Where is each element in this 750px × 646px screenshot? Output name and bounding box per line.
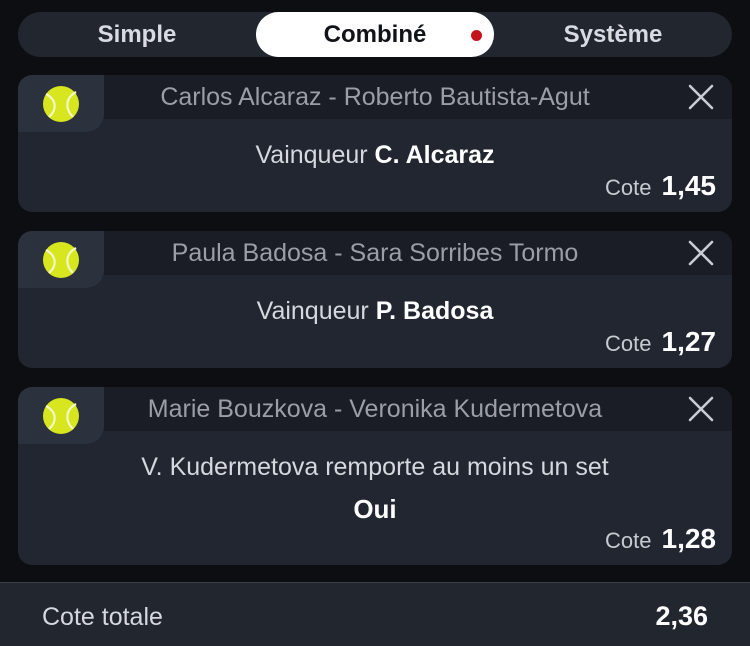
odds-value: 1,27 [661,326,717,357]
odds: Cote 1,45 [605,170,716,202]
tab-combine-label: Combiné [323,20,427,48]
sport-badge [18,75,104,132]
close-icon[interactable] [688,240,714,266]
bet-card: Carlos Alcaraz - Roberto Bautista-Agut V… [18,75,732,212]
selection: Vainqueur C. Alcaraz [18,119,732,170]
red-dot-indicator [471,30,482,41]
tab-systeme[interactable]: Système [494,12,732,57]
bet-card-header: Paula Badosa - Sara Sorribes Tormo [18,231,732,288]
bet-card-body: V. Kudermetova remporte au moins un set … [18,431,732,565]
close-icon[interactable] [688,396,714,422]
match-title: Carlos Alcaraz - Roberto Bautista-Agut [160,82,590,111]
odds-label: Cote [605,175,652,200]
odds: Cote 1,28 [605,523,716,555]
odds-label: Cote [605,528,652,553]
bet-card: Paula Badosa - Sara Sorribes Tormo Vainq… [18,231,732,368]
bet-card-body: Vainqueur P. Badosa Cote 1,27 [18,275,732,368]
bet-card-header: Marie Bouzkova - Veronika Kudermetova [18,387,732,444]
match-title: Paula Badosa - Sara Sorribes Tormo [171,238,579,267]
sport-badge [18,231,104,288]
selection-prefix: Vainqueur [255,141,368,169]
selection: V. Kudermetova remporte au moins un set [141,453,609,481]
total-odds-label: Cote totale [42,603,163,631]
selection: Vainqueur P. Badosa [18,275,732,326]
odds: Cote 1,27 [605,326,716,358]
total-odds-bar: Cote totale 2,36 [0,582,750,646]
bet-type-tabs: Simple Combiné Système [18,12,732,57]
close-icon[interactable] [688,84,714,110]
total-odds-value: 2,36 [655,601,708,631]
sport-badge [18,387,104,444]
odds-value: 1,45 [661,170,717,201]
tab-combine[interactable]: Combiné [256,12,494,57]
tennis-ball-icon [43,397,79,434]
odds-label: Cote [605,331,652,356]
selection-prefix: Vainqueur [256,297,369,325]
tennis-ball-icon [43,241,79,278]
bet-card-header: Carlos Alcaraz - Roberto Bautista-Agut [18,75,732,132]
tab-simple[interactable]: Simple [18,12,256,57]
bet-card: Marie Bouzkova - Veronika Kudermetova V.… [18,387,732,565]
selection-value: C. Alcaraz [374,141,495,169]
selection-answer: Oui [353,494,397,524]
odds-value: 1,28 [661,523,717,554]
selection-value: P. Badosa [375,297,494,325]
match-title: Marie Bouzkova - Veronika Kudermetova [147,394,603,423]
tennis-ball-icon [43,85,79,122]
bet-card-body: Vainqueur C. Alcaraz Cote 1,45 [18,119,732,212]
